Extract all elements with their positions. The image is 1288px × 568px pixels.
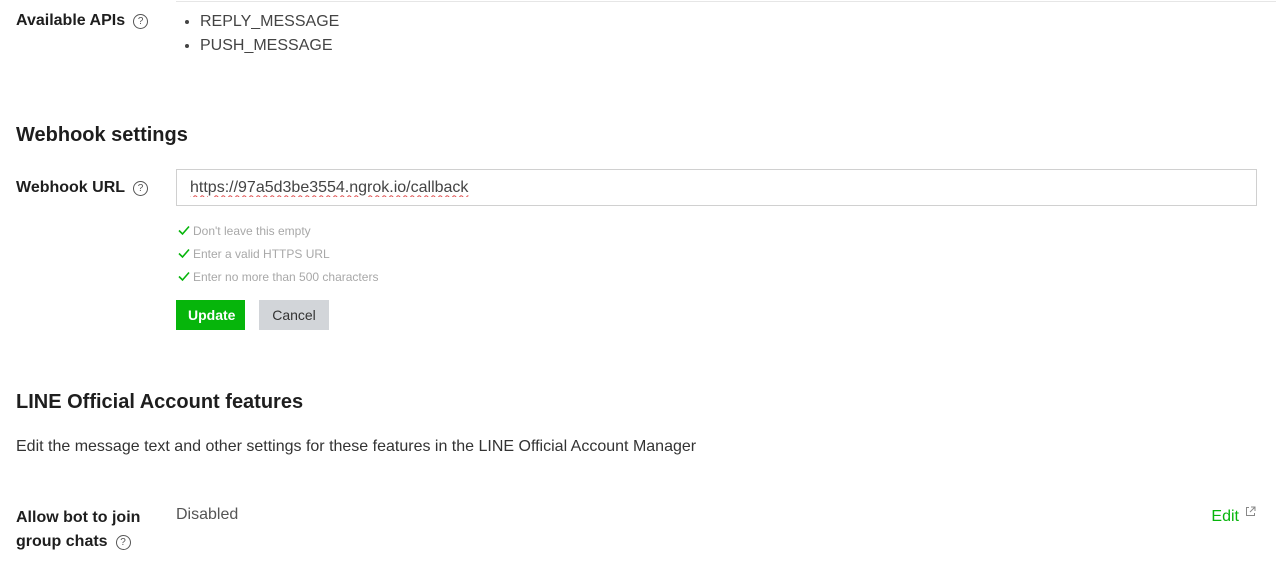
join-group-value: Disabled [176, 506, 239, 523]
validation-rule: Don't leave this empty [178, 223, 311, 239]
update-button[interactable]: Update [176, 300, 245, 330]
check-icon [178, 225, 190, 236]
list-item: REPLY_MESSAGE [200, 10, 339, 34]
available-apis-label: Available APIs? [16, 12, 149, 30]
external-link-icon [1246, 506, 1256, 516]
check-icon [178, 271, 190, 282]
edit-link[interactable]: Edit [1211, 506, 1256, 526]
validation-rule-text: Don't leave this empty [193, 224, 311, 238]
validation-rule-text: Enter no more than 500 characters [193, 270, 379, 284]
webhook-url-label: Webhook URL? [16, 179, 149, 197]
list-item: PUSH_MESSAGE [200, 34, 339, 58]
webhook-url-label-text: Webhook URL [16, 179, 126, 196]
oa-features-title: LINE Official Account features [16, 391, 304, 413]
webhook-settings-title: Webhook settings [16, 124, 188, 146]
top-divider [176, 1, 1276, 2]
join-group-label: Allow bot to join group chats? [16, 506, 140, 554]
available-apis-list: REPLY_MESSAGE PUSH_MESSAGE [184, 10, 339, 58]
edit-link-text[interactable]: Edit [1211, 508, 1239, 525]
validation-rule: Enter a valid HTTPS URL [178, 246, 330, 262]
validation-rule: Enter no more than 500 characters [178, 269, 378, 285]
help-icon[interactable]: ? [115, 535, 131, 550]
join-group-label-line1: Allow bot to join [16, 509, 141, 526]
webhook-url-input[interactable] [176, 169, 1257, 206]
help-icon[interactable]: ? [133, 181, 149, 196]
available-apis-label-text: Available APIs [16, 12, 126, 29]
cancel-button[interactable]: Cancel [259, 300, 329, 330]
help-icon[interactable]: ? [133, 14, 149, 29]
check-icon [178, 248, 190, 259]
oa-features-description: Edit the message text and other settings… [16, 438, 697, 455]
join-group-label-line2: group chats [16, 533, 108, 550]
validation-rule-text: Enter a valid HTTPS URL [193, 247, 330, 261]
